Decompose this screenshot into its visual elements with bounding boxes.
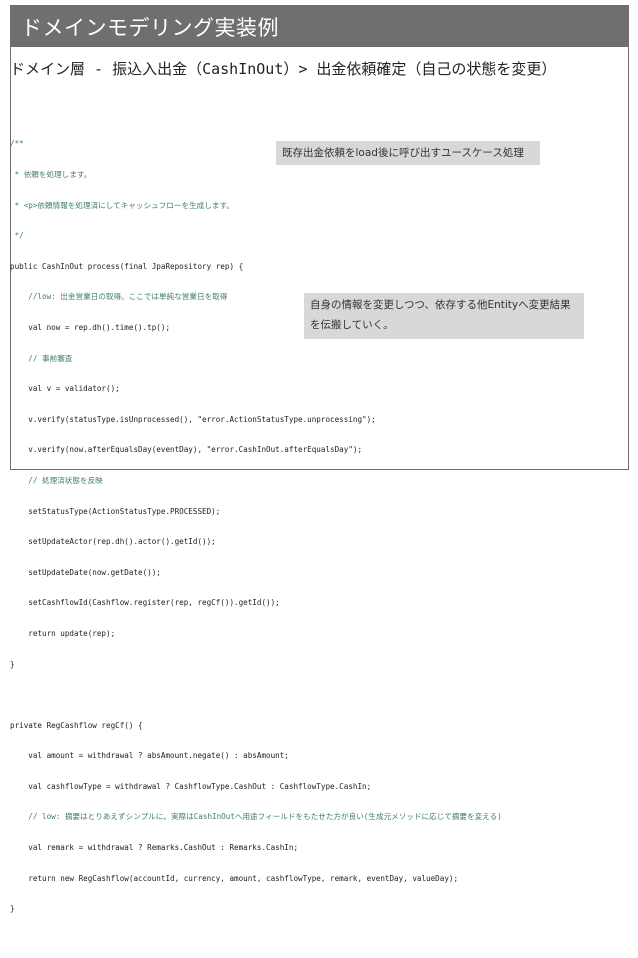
title-bar: ドメインモデリング実装例 — [11, 6, 628, 47]
slide-subtitle: ドメイン層 - 振込入出金（CashInOut）> 出金依頼確定（自己の状態を変… — [10, 60, 557, 78]
code-line: // low: 摘要はとりあえずシンプルに。実際はCashInOutへ用途フィー… — [10, 812, 502, 822]
code-line: return new RegCashflow(accountId, curren… — [10, 873, 459, 883]
code-line: } — [10, 904, 15, 914]
code-line: val cashflowType = withdrawal ? Cashflow… — [10, 781, 372, 791]
code-line: v.verify(statusType.isUnprocessed(), "er… — [10, 414, 376, 424]
callout-propagation-line2: を伝搬していく。 — [310, 319, 394, 331]
code-line: setCashflowId(Cashflow.register(rep, reg… — [10, 598, 280, 608]
code-line: private RegCashflow regCf() { — [10, 720, 143, 730]
code-line: public CashInOut process(final JpaReposi… — [10, 261, 244, 271]
code-line: v.verify(now.afterEqualsDay(eventDay), "… — [10, 445, 363, 455]
code-line: // 事前審査 — [10, 353, 73, 363]
code-block: /** * 依頼を処理します。 * <p>依頼情報を処理済にしてキャッシュフロー… — [10, 119, 565, 958]
callout-usecase: 既存出金依頼をload後に呼び出すユースケース処理 — [276, 141, 540, 165]
code-line: setUpdateActor(rep.dh().actor().getId())… — [10, 537, 216, 547]
code-line: val v = validator(); — [10, 384, 120, 394]
code-line: val amount = withdrawal ? absAmount.nega… — [10, 751, 289, 761]
code-line: * 依頼を処理します。 — [10, 170, 92, 179]
slide-title: ドメインモデリング実装例 — [21, 16, 279, 40]
callout-propagation: 自身の情報を変更しつつ、依存する他Entityへ変更結果 を伝搬していく。 — [304, 293, 584, 339]
code-line: } — [10, 659, 15, 669]
code-line: */ — [10, 231, 24, 241]
code-line: setStatusType(ActionStatusType.PROCESSED… — [10, 506, 221, 516]
code-line: // 処理済状態を反映 — [10, 475, 103, 485]
code-line: return update(rep); — [10, 628, 116, 638]
code-line: val remark = withdrawal ? Remarks.CashOu… — [10, 843, 299, 853]
code-line: setUpdateDate(now.getDate()); — [10, 567, 161, 577]
code-line: * <p>依頼情報を処理済にしてキャッシュフローを生成します。 — [10, 200, 234, 210]
callout-propagation-line1: 自身の情報を変更しつつ、依存する他Entityへ変更結果 — [310, 299, 571, 311]
